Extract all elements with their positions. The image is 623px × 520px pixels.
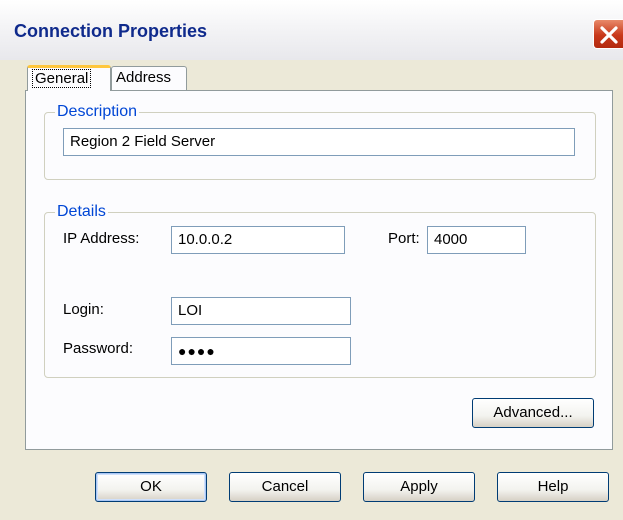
close-button[interactable] <box>593 19 623 49</box>
ip-address-label: IP Address: <box>63 230 140 247</box>
password-input[interactable]: ●●●● <box>171 337 351 365</box>
help-button[interactable]: Help <box>497 472 609 502</box>
details-group: Details IP Address: 10.0.0.2 Port: 4000 … <box>44 203 596 378</box>
tab-address[interactable]: Address <box>111 66 187 90</box>
details-legend: Details <box>55 203 108 221</box>
login-label: Login: <box>63 301 104 318</box>
description-legend: Description <box>55 103 140 121</box>
password-label: Password: <box>63 340 134 357</box>
description-input[interactable]: Region 2 Field Server <box>63 128 575 156</box>
title-bar[interactable]: Connection Properties <box>0 0 623 60</box>
tab-panel-general: Description Region 2 Field Server Detail… <box>25 90 613 450</box>
tab-address-label: Address <box>116 69 172 86</box>
advanced-button[interactable]: Advanced... <box>472 398 594 428</box>
description-group: Description Region 2 Field Server <box>44 103 596 180</box>
login-input[interactable]: LOI <box>171 297 351 325</box>
cancel-button[interactable]: Cancel <box>229 472 341 502</box>
close-icon <box>600 26 618 44</box>
ip-address-input[interactable]: 10.0.0.2 <box>171 226 345 254</box>
port-input[interactable]: 4000 <box>427 226 526 254</box>
tab-general-label: General <box>32 69 92 88</box>
port-label: Port: <box>388 230 420 247</box>
tab-general[interactable]: General <box>27 65 111 91</box>
apply-button[interactable]: Apply <box>363 472 475 502</box>
window-title: Connection Properties <box>14 21 208 41</box>
ok-button[interactable]: OK <box>95 472 207 502</box>
